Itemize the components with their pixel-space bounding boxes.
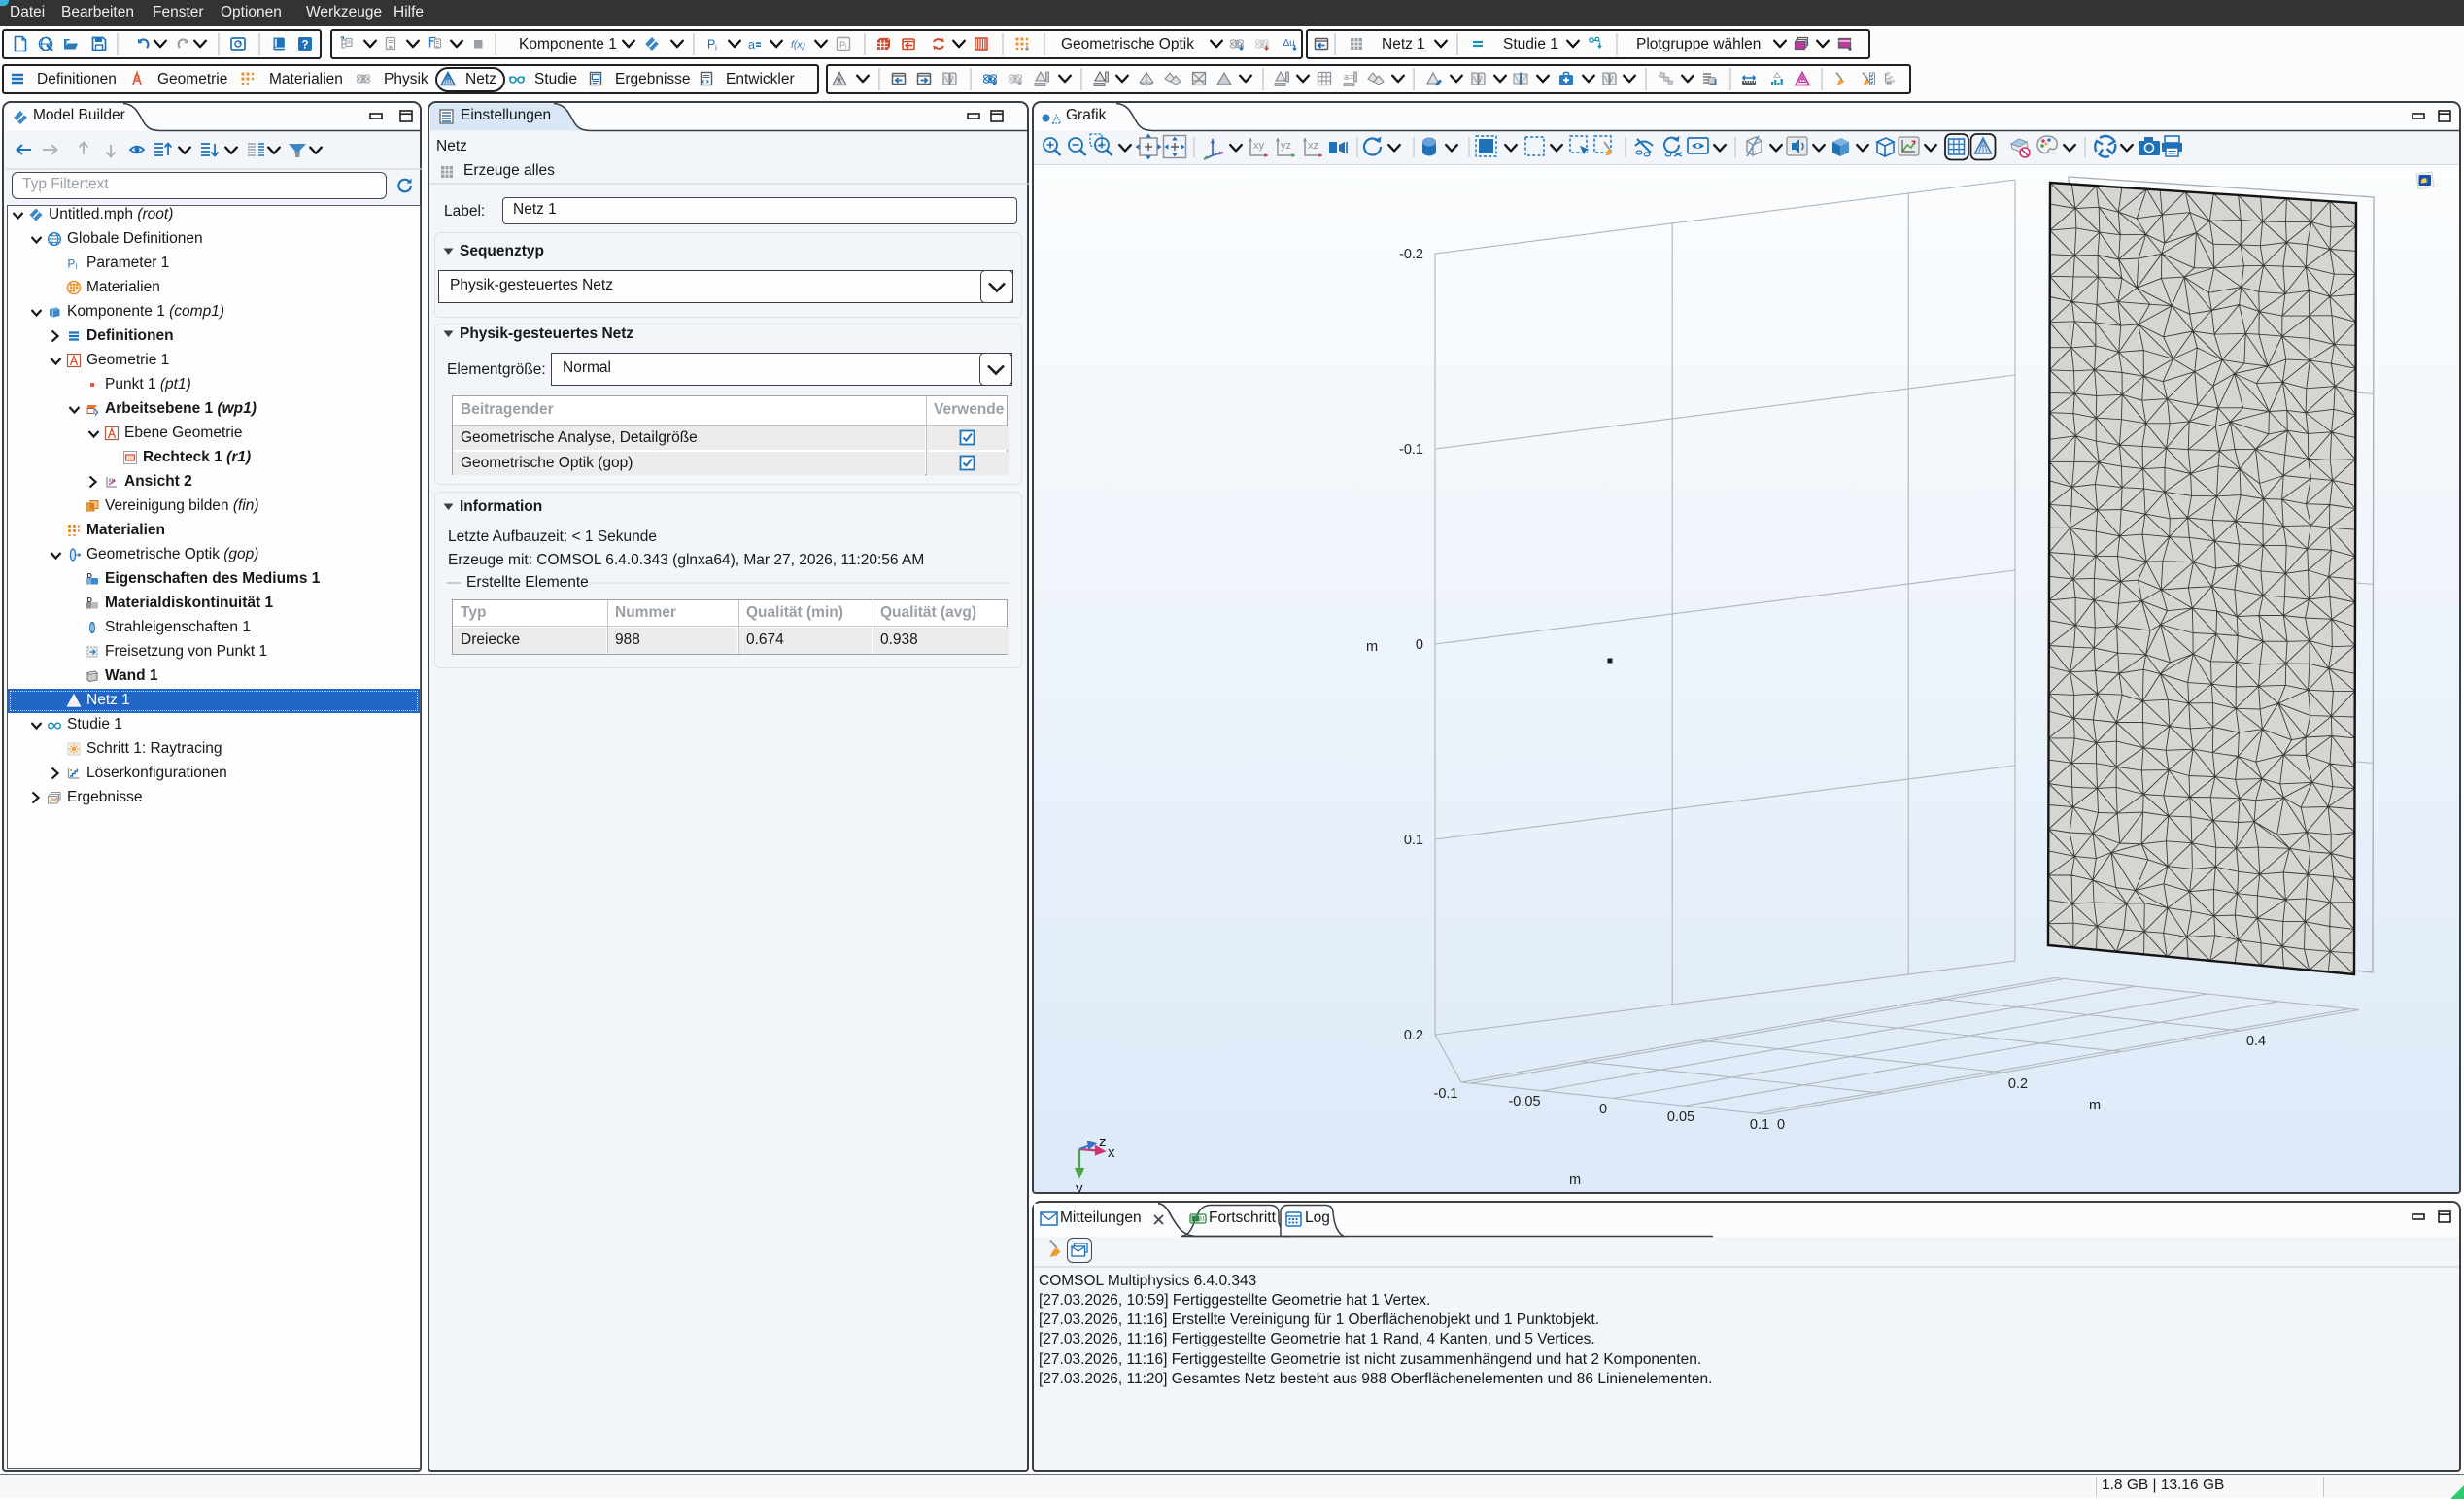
svg-text:f(x): f(x) — [791, 39, 805, 51]
svg-text:0.1: 0.1 — [1404, 833, 1423, 848]
svg-text:m: m — [1569, 1173, 1581, 1188]
svg-text:0: 0 — [1416, 637, 1423, 653]
svg-text:xz: xz — [1308, 140, 1318, 152]
svg-text:Δu: Δu — [1283, 38, 1295, 49]
svg-text:a: a — [748, 38, 755, 51]
svg-text:xy: xy — [1253, 140, 1265, 152]
svg-text:x: x — [1108, 1144, 1115, 1161]
svg-text:0: 0 — [1777, 1117, 1785, 1133]
svg-text:m: m — [2089, 1098, 2101, 1113]
svg-text:P: P — [68, 258, 76, 270]
svg-text:0.1: 0.1 — [1750, 1117, 1769, 1133]
svg-text:i: i — [845, 44, 846, 51]
svg-text:i: i — [715, 43, 717, 52]
svg-text:?: ? — [301, 39, 308, 51]
svg-text:0.4: 0.4 — [2246, 1034, 2266, 1049]
svg-text:m: m — [1366, 639, 1378, 655]
svg-text:-0.2: -0.2 — [1399, 247, 1423, 262]
svg-text:0.2: 0.2 — [2008, 1076, 2028, 1092]
svg-text:0.2: 0.2 — [1404, 1028, 1423, 1043]
svg-text:0.05: 0.05 — [1667, 1109, 1694, 1125]
svg-text:-0.1: -0.1 — [1434, 1086, 1458, 1102]
svg-text:a=: a= — [1344, 72, 1353, 82]
svg-text:i: i — [76, 262, 78, 271]
svg-text:-0.1: -0.1 — [1399, 442, 1423, 458]
svg-text:0: 0 — [1599, 1102, 1607, 1117]
svg-text:z: z — [1099, 1134, 1107, 1150]
svg-text:yz: yz — [1281, 140, 1291, 152]
svg-text:-0.05: -0.05 — [1508, 1094, 1540, 1109]
svg-text:y: y — [1076, 1180, 1083, 1194]
